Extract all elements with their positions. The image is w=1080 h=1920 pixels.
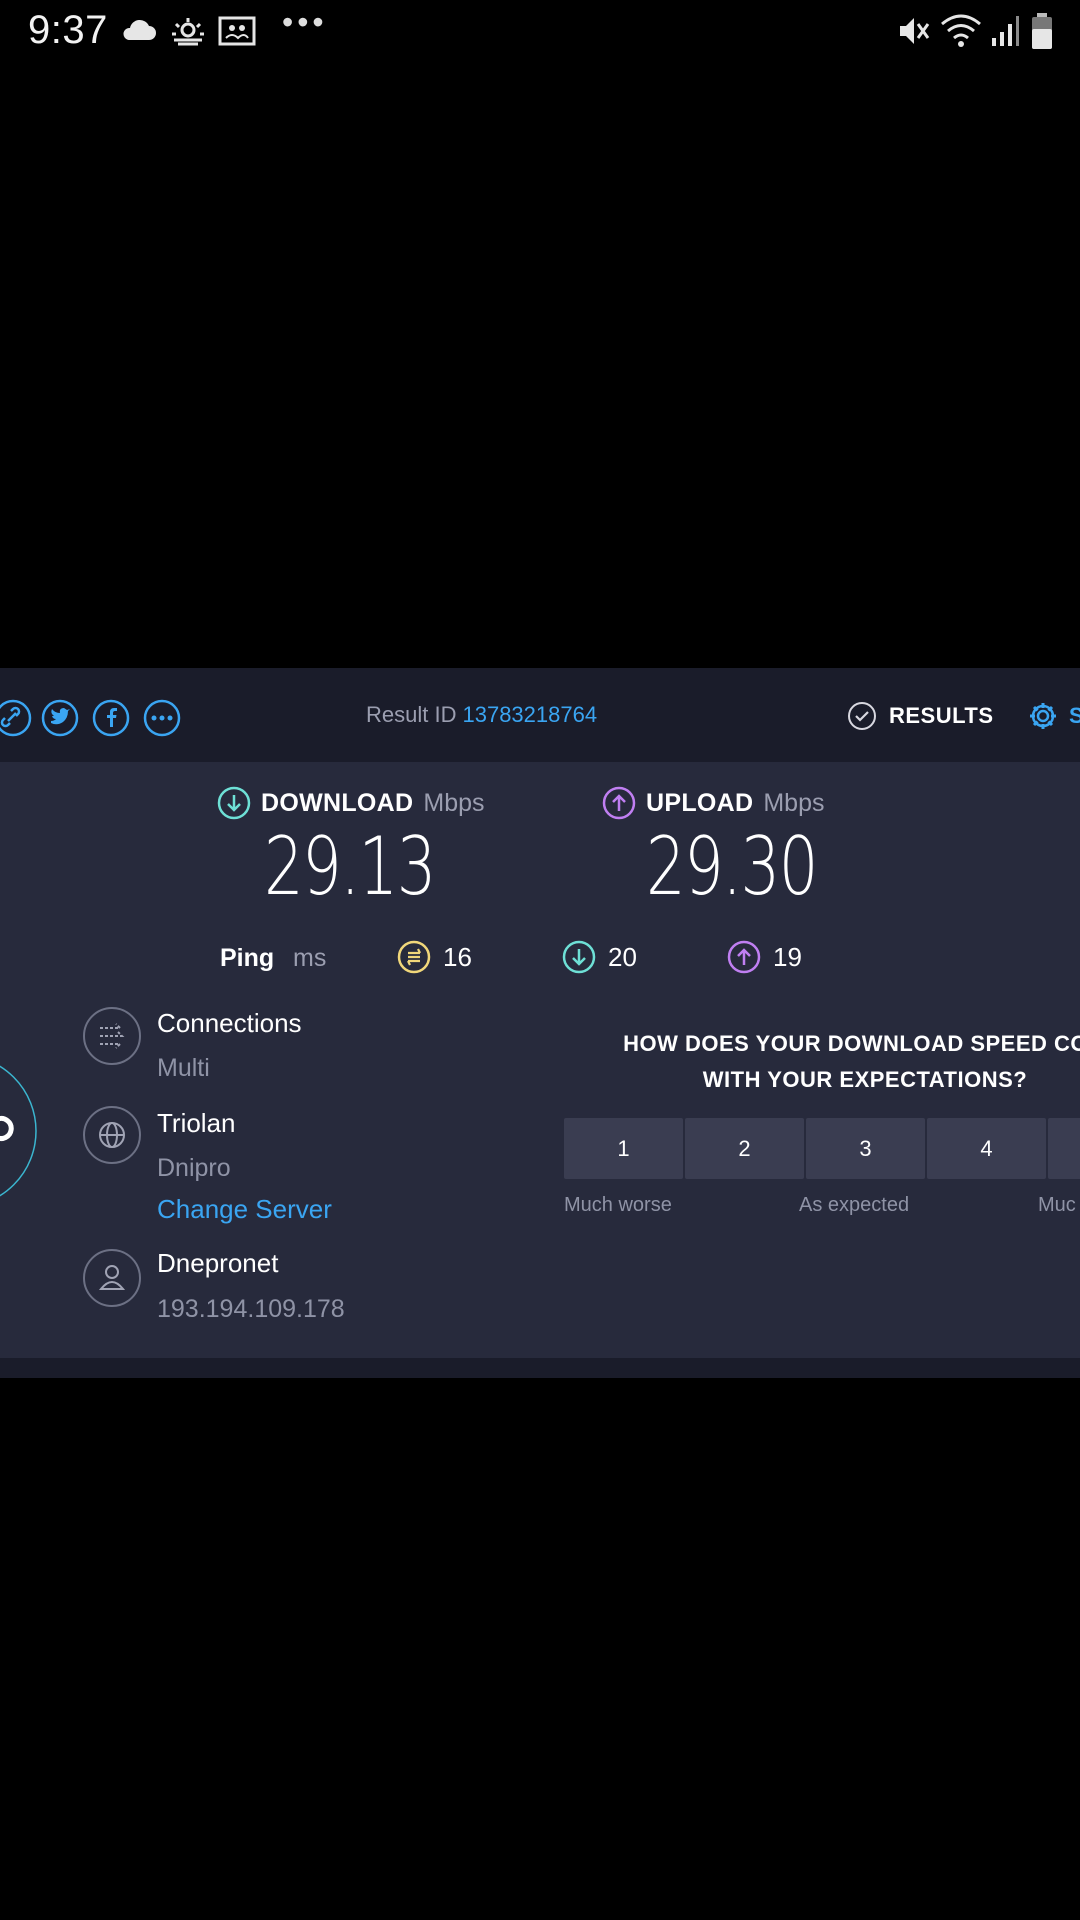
- status-time: 9:37: [28, 8, 108, 52]
- rating-label-mid: As expected: [799, 1194, 910, 1216]
- user-icon: [83, 1249, 141, 1307]
- survey-question-line2: WITH YOUR EXPECTATIONS?: [702, 1067, 1028, 1092]
- provider-ip: 193.194.109.178: [157, 1295, 345, 1323]
- survey-question-line1: HOW DOES YOUR DOWNLOAD SPEED COM: [623, 1031, 1080, 1056]
- settings-label: S: [1069, 703, 1080, 728]
- ping-unit: ms: [293, 944, 327, 972]
- rating-button-5[interactable]: [1048, 1118, 1080, 1179]
- rating-button-1[interactable]: 1: [564, 1118, 683, 1179]
- sunrise-icon: [172, 18, 204, 46]
- settings-button[interactable]: S: [1027, 696, 1080, 736]
- rating-button-2[interactable]: 2: [685, 1118, 804, 1179]
- signal-icon: [992, 16, 1019, 46]
- result-id-label: Result ID: [366, 702, 457, 727]
- twitter-icon[interactable]: [41, 699, 79, 737]
- link-icon[interactable]: [0, 699, 32, 737]
- connections-icon: [83, 1007, 141, 1065]
- provider-name: Dnepronet: [157, 1248, 279, 1278]
- speedtest-result-card: Result ID 13783218764 RESULTS S DOWNLOAD …: [0, 668, 1080, 1378]
- results-button[interactable]: RESULTS: [847, 696, 994, 736]
- download-unit: Mbps: [423, 788, 485, 817]
- wifi-icon: [941, 14, 981, 47]
- ping-download: 20: [562, 940, 637, 974]
- rating-button-3[interactable]: 3: [806, 1118, 925, 1179]
- download-latency-icon: [562, 940, 596, 974]
- download-value: 29.13: [264, 820, 436, 913]
- status-bar: 9:37 •••: [0, 0, 1080, 64]
- change-server-link[interactable]: Change Server: [157, 1194, 332, 1225]
- ping-upload: 19: [727, 940, 802, 974]
- upload-unit: Mbps: [763, 788, 825, 817]
- battery-icon: [1032, 13, 1052, 49]
- rating-label-high: Muc: [1038, 1194, 1076, 1216]
- result-id: Result ID 13783218764: [366, 702, 597, 728]
- rating-label-low: Much worse: [564, 1194, 672, 1216]
- connections-title: Connections: [157, 1008, 302, 1038]
- connections-value: Multi: [157, 1054, 210, 1082]
- download-arrow-icon: [217, 786, 251, 820]
- result-id-link[interactable]: 13783218764: [462, 702, 597, 727]
- rating-buttons: 1 2 3 4: [564, 1118, 1080, 1179]
- ping-label: Ping: [220, 944, 275, 972]
- upload-value: 29.30: [646, 820, 818, 913]
- card-header: Result ID 13783218764 RESULTS S: [0, 668, 1080, 762]
- facebook-icon[interactable]: [92, 699, 130, 737]
- download-header: DOWNLOAD Mbps: [217, 786, 485, 820]
- check-circle-icon: [848, 702, 876, 730]
- picture-icon: [218, 16, 256, 46]
- more-icon[interactable]: [143, 699, 181, 737]
- ping-idle: 16: [397, 940, 472, 974]
- gear-icon: [1030, 703, 1056, 729]
- rating-button-4[interactable]: 4: [927, 1118, 1046, 1179]
- upload-latency-icon: [727, 940, 761, 974]
- cloud-icon: [123, 19, 156, 40]
- ping-idle-value: 16: [443, 941, 472, 972]
- idle-latency-icon: [397, 940, 431, 974]
- upload-label: UPLOAD: [646, 788, 754, 817]
- upload-arrow-icon: [602, 786, 636, 820]
- server-location: Dnipro: [157, 1154, 231, 1182]
- results-label: RESULTS: [889, 703, 994, 728]
- globe-icon: [83, 1106, 141, 1164]
- download-label: DOWNLOAD: [261, 788, 414, 817]
- more-dots-icon: •••: [282, 4, 328, 40]
- card-footer: [0, 1358, 1080, 1378]
- speed-gauge-arc: [0, 1065, 37, 1197]
- ping-upload-value: 19: [773, 941, 802, 972]
- ping-download-value: 20: [608, 941, 637, 972]
- survey-question: HOW DOES YOUR DOWNLOAD SPEED COM WITH YO…: [565, 1026, 1080, 1098]
- upload-header: UPLOAD Mbps: [602, 786, 825, 820]
- server-name: Triolan: [157, 1108, 236, 1138]
- mute-icon: [900, 18, 930, 44]
